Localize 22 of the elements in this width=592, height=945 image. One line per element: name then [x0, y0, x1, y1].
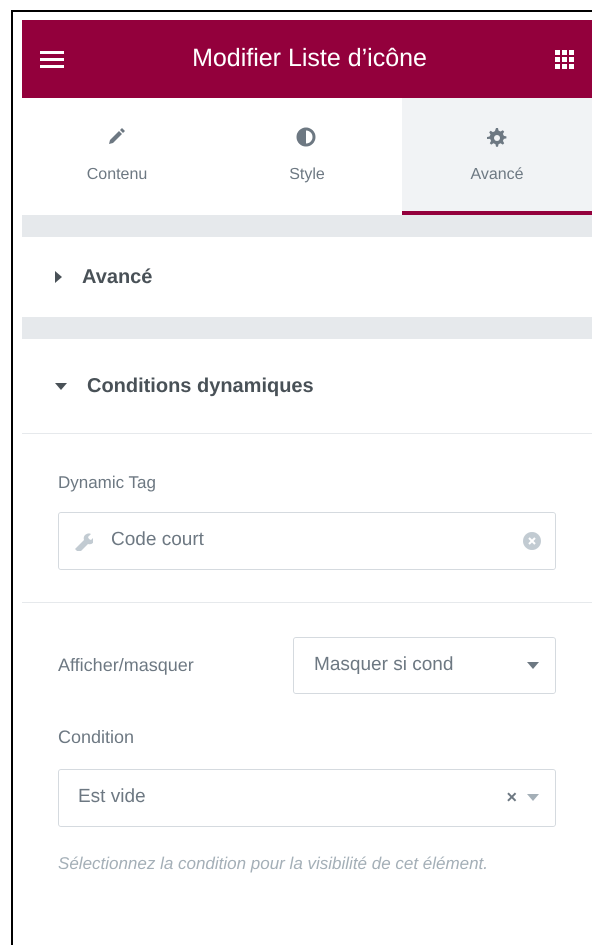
- caret-right-icon: [55, 271, 62, 283]
- dropdown[interactable]: Masquer si cond: [293, 636, 556, 694]
- dropdown[interactable]: Est vide ×: [58, 768, 556, 826]
- dynamic-tag-field[interactable]: Code court: [58, 512, 556, 570]
- field-label: Condition: [58, 726, 136, 748]
- menu-icon: [40, 49, 64, 69]
- caret-down-icon: [527, 794, 539, 801]
- grid-icon: [555, 50, 574, 68]
- tab[interactable]: Avancé: [402, 98, 592, 215]
- clear-icon: [523, 532, 541, 550]
- section-header[interactable]: Conditions dynamiques: [22, 339, 592, 434]
- field-label: Dynamic Tag: [58, 472, 157, 494]
- caret-down-icon: [55, 382, 67, 390]
- caret-down-icon: [527, 662, 539, 668]
- section-header[interactable]: Avancé: [22, 237, 592, 317]
- contrast-icon: [296, 126, 318, 148]
- gear-icon: [486, 126, 508, 148]
- clear-icon[interactable]: ×: [506, 784, 517, 811]
- field-label: Afficher/masquer: [58, 654, 194, 677]
- help-text: Sélectionnez la condition pour la visibilité de cet élément.: [58, 852, 489, 874]
- wrench-icon: [73, 530, 93, 550]
- panel-title: Modifier Liste d’icône: [192, 43, 427, 74]
